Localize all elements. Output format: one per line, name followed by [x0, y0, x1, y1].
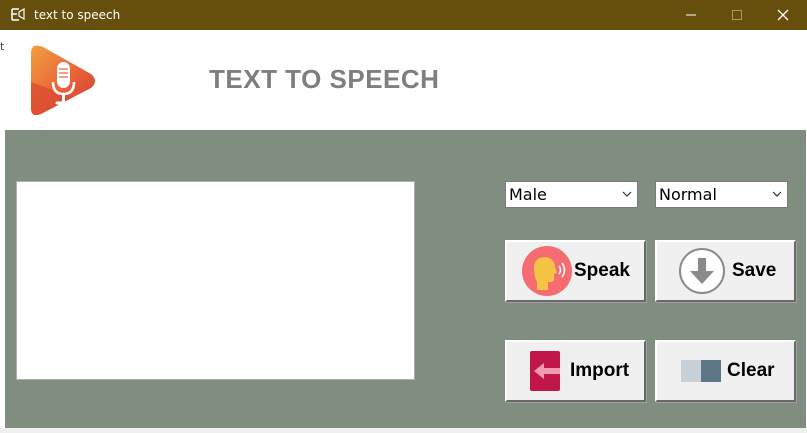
eraser-icon	[681, 360, 721, 382]
chevron-down-icon	[622, 191, 632, 197]
speech-rate-select[interactable]: Normal	[655, 181, 788, 208]
window-bottom-edge	[0, 428, 807, 433]
clear-button[interactable]: Clear	[655, 340, 796, 402]
speaking-head-icon	[522, 246, 572, 296]
minimize-icon	[686, 14, 696, 16]
speak-button[interactable]: Speak	[505, 240, 646, 302]
download-arrow-icon	[679, 248, 725, 294]
app-window: text to speech t TEXT TO SPEECH Male Nor…	[0, 0, 807, 433]
save-button[interactable]: Save	[655, 240, 796, 302]
voice-gender-value: Male	[509, 185, 547, 204]
import-button[interactable]: Import	[505, 340, 646, 402]
header-banner: TEXT TO SPEECH	[5, 30, 806, 130]
import-button-label: Import	[570, 360, 630, 381]
maximize-icon	[732, 10, 742, 20]
title-bar[interactable]: text to speech	[0, 0, 807, 30]
voice-gender-select[interactable]: Male	[505, 181, 638, 208]
speak-button-label: Speak	[574, 260, 630, 281]
minimize-button[interactable]	[668, 0, 714, 30]
speech-rate-value: Normal	[659, 185, 717, 204]
save-button-label: Save	[732, 260, 777, 281]
feather-pen-icon	[11, 8, 25, 21]
clear-button-label: Clear	[727, 360, 775, 381]
clipped-letter: t	[0, 40, 5, 53]
window-title: text to speech	[34, 8, 121, 22]
close-icon	[777, 9, 789, 21]
import-arrow-icon	[530, 351, 560, 391]
page-title: TEXT TO SPEECH	[209, 64, 440, 94]
text-input[interactable]	[16, 181, 415, 380]
chevron-down-icon	[772, 191, 782, 197]
maximize-button[interactable]	[714, 0, 760, 30]
close-button[interactable]	[760, 0, 806, 30]
microphone-play-logo	[31, 45, 95, 116]
